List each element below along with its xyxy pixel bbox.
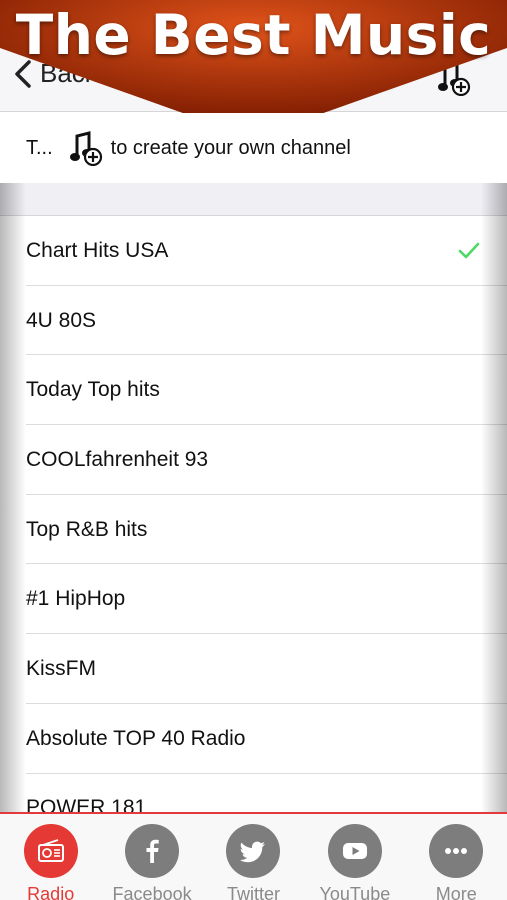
facebook-icon [146, 839, 159, 863]
channel-name: Today Top hits [26, 378, 160, 402]
tab-radio[interactable]: Radio [1, 824, 101, 900]
youtube-icon [342, 843, 367, 859]
tab-youtube-circle [327, 824, 382, 878]
channel-row[interactable]: Chart Hits USA [0, 216, 507, 286]
channel-name: KissFM [26, 656, 96, 680]
tab-more[interactable]: More [406, 824, 506, 900]
tab-facebook-circle [125, 824, 180, 878]
back-button[interactable]: Back [12, 58, 98, 89]
tab-twitter[interactable]: Twitter [203, 824, 303, 900]
radio-icon [37, 839, 64, 862]
channel-row[interactable]: Top R&B hits [0, 495, 507, 565]
create-channel-hint: T... to create your own channel [0, 113, 507, 183]
channel-name: #1 HipHop [26, 587, 126, 611]
channel-name: Absolute TOP 40 Radio [26, 726, 246, 750]
channel-row[interactable]: Today Top hits [0, 355, 507, 425]
channel-row[interactable]: #1 HipHop [0, 564, 507, 634]
channel-row[interactable]: Absolute TOP 40 Radio [0, 704, 507, 774]
hint-prefix: T... [26, 136, 53, 159]
back-label: Back [40, 58, 98, 88]
tab-more-label: More [435, 884, 477, 900]
channel-list[interactable]: Chart Hits USA 4U 80S Today Top hits COO… [0, 216, 507, 812]
channel-row[interactable]: COOLfahrenheit 93 [0, 425, 507, 495]
hint-text: to create your own channel [110, 136, 351, 159]
channel-name: 4U 80S [26, 308, 97, 332]
tab-more-circle [429, 824, 484, 878]
channel-row[interactable]: 4U 80S [0, 286, 507, 356]
channel-name: Top R&B hits [26, 517, 148, 541]
checkmark-icon [458, 242, 480, 259]
twitter-icon [240, 841, 266, 863]
section-separator [0, 183, 507, 216]
tab-facebook[interactable]: Facebook [102, 824, 202, 900]
tab-radio-circle [23, 824, 78, 878]
navigation-bar: Back [0, 0, 507, 112]
channel-name: Chart Hits USA [26, 238, 169, 262]
add-channel-icon[interactable] [437, 60, 471, 96]
music-add-icon [69, 131, 102, 166]
channel-name: COOLfahrenheit 93 [26, 447, 209, 471]
tab-youtube[interactable]: YouTube [305, 824, 405, 900]
tab-bar: Radio Facebook Twitter YouTube More [0, 812, 507, 900]
channel-row[interactable]: POWER 181 [0, 774, 507, 812]
channel-row[interactable]: KissFM [0, 634, 507, 704]
chevron-left-icon [15, 59, 31, 88]
channel-name: POWER 181 [26, 796, 147, 812]
tab-twitter-label: Twitter [226, 884, 280, 900]
tab-radio-label: Radio [27, 884, 75, 900]
tab-facebook-label: Facebook [112, 884, 192, 900]
tab-youtube-label: YouTube [319, 884, 391, 900]
tab-twitter-circle [226, 824, 281, 878]
more-icon [445, 848, 468, 854]
